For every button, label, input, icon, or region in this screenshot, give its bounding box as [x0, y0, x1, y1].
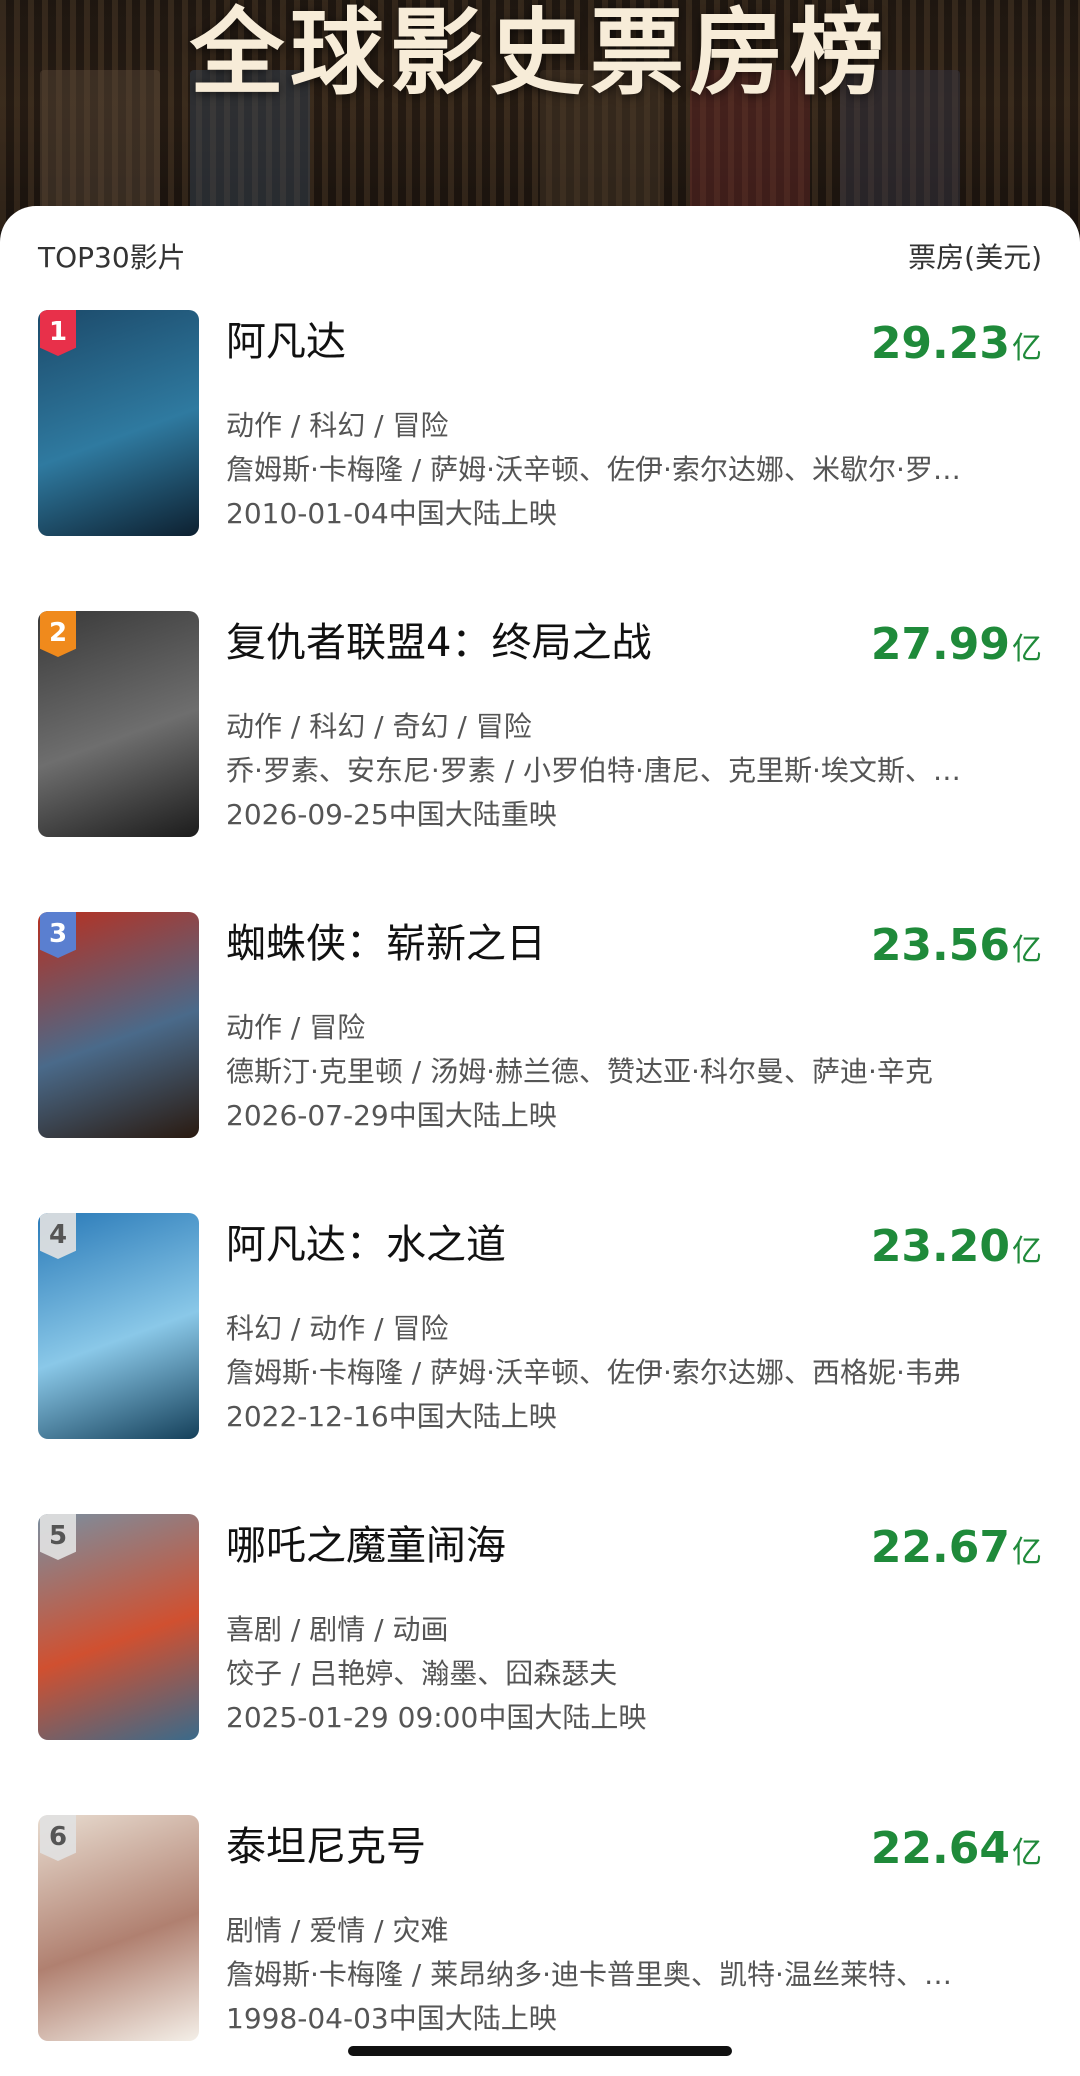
movie-cast: 饺子 / 吕艳婷、瀚墨、囧森瑟夫 — [226, 1657, 618, 1690]
box-office-number: 29.23 — [870, 318, 1010, 369]
rank-badge: 1 — [40, 310, 76, 356]
movie-cast: 詹姆斯·卡梅隆 / 萨姆·沃辛顿、佐伊·索尔达娜、西格妮·韦弗 — [226, 1356, 961, 1389]
rank-badge: 4 — [40, 1213, 76, 1259]
box-office-value: 29.23亿 — [871, 314, 1042, 383]
release-date: 2010-01-04中国大陆上映 — [226, 497, 557, 530]
list-header-gross-label: 票房(美元) — [908, 241, 1042, 274]
movie-cast: 乔·罗素、安东尼·罗素 / 小罗伯特·唐尼、克里斯·埃文斯、… — [226, 754, 961, 787]
movie-title[interactable]: 阿凡达 — [226, 310, 346, 374]
box-office-number: 22.64 — [870, 1823, 1010, 1874]
box-office-unit: 亿 — [1012, 1836, 1042, 1871]
movie-list-item[interactable]: 2 复仇者联盟4：终局之战 27.99亿 动作 / 科幻 / 奇幻 / 冒险 乔… — [0, 611, 1080, 837]
movie-title[interactable]: 阿凡达：水之道 — [226, 1213, 506, 1277]
movie-genres: 动作 / 冒险 — [226, 1011, 366, 1044]
home-indicator[interactable] — [348, 2046, 732, 2056]
movie-list-item[interactable]: 6 泰坦尼克号 22.64亿 剧情 / 爱情 / 灾难 詹姆斯·卡梅隆 / 莱昂… — [0, 1815, 1080, 2041]
movie-poster[interactable]: 3 — [38, 912, 199, 1138]
box-office-number: 27.99 — [870, 619, 1010, 670]
list-header-top30-label: TOP30影片 — [38, 241, 186, 274]
box-office-unit: 亿 — [1012, 632, 1042, 667]
movie-list-item[interactable]: 4 阿凡达：水之道 23.20亿 科幻 / 动作 / 冒险 詹姆斯·卡梅隆 / … — [0, 1213, 1080, 1439]
box-office-value: 23.56亿 — [871, 916, 1042, 985]
box-office-unit: 亿 — [1012, 1234, 1042, 1269]
release-date: 2025-01-29 09:00中国大陆上映 — [226, 1701, 647, 1734]
rank-badge: 5 — [40, 1514, 76, 1560]
movie-cast: 德斯汀·克里顿 / 汤姆·赫兰德、赞达亚·科尔曼、萨迪·辛克 — [226, 1055, 933, 1088]
movie-list-item[interactable]: 3 蜘蛛侠：崭新之日 23.56亿 动作 / 冒险 德斯汀·克里顿 / 汤姆·赫… — [0, 912, 1080, 1138]
box-office-unit: 亿 — [1012, 1535, 1042, 1570]
movie-list-item[interactable]: 5 哪吒之魔童闹海 22.67亿 喜剧 / 剧情 / 动画 饺子 / 吕艳婷、瀚… — [0, 1514, 1080, 1740]
box-office-number: 23.20 — [870, 1221, 1010, 1272]
movie-title[interactable]: 哪吒之魔童闹海 — [226, 1514, 506, 1578]
movie-title[interactable]: 复仇者联盟4：终局之战 — [226, 611, 651, 675]
movie-poster[interactable]: 4 — [38, 1213, 199, 1439]
movie-genres: 科幻 / 动作 / 冒险 — [226, 1312, 449, 1345]
release-date: 2026-09-25中国大陆重映 — [226, 798, 557, 831]
rank-badge: 6 — [40, 1815, 76, 1861]
movie-poster[interactable]: 1 — [38, 310, 199, 536]
movie-title[interactable]: 泰坦尼克号 — [226, 1815, 426, 1879]
box-office-number: 22.67 — [870, 1522, 1010, 1573]
movie-cast: 詹姆斯·卡梅隆 / 萨姆·沃辛顿、佐伊·索尔达娜、米歇尔·罗… — [226, 453, 961, 486]
release-date: 2026-07-29中国大陆上映 — [226, 1099, 557, 1132]
rank-badge: 2 — [40, 611, 76, 657]
box-office-unit: 亿 — [1012, 933, 1042, 968]
box-office-value: 27.99亿 — [871, 615, 1042, 684]
box-office-value: 23.20亿 — [871, 1217, 1042, 1286]
movie-poster[interactable]: 2 — [38, 611, 199, 837]
ranking-card: TOP30影片 票房(美元) 1 阿凡达 29.23亿 动作 / 科幻 / 冒险… — [0, 206, 1080, 2076]
movie-poster[interactable]: 5 — [38, 1514, 199, 1740]
movie-cast: 詹姆斯·卡梅隆 / 莱昂纳多·迪卡普里奥、凯特·温丝莱特、… — [226, 1958, 952, 1991]
box-office-unit: 亿 — [1012, 331, 1042, 366]
release-date: 2022-12-16中国大陆上映 — [226, 1400, 557, 1433]
movie-genres: 动作 / 科幻 / 冒险 — [226, 409, 449, 442]
header-banner: 全球影史票房榜 — [0, 0, 1080, 230]
rank-badge: 3 — [40, 912, 76, 958]
movie-poster[interactable]: 6 — [38, 1815, 199, 2041]
page-title: 全球影史票房榜 — [189, 0, 890, 108]
box-office-value: 22.64亿 — [871, 1819, 1042, 1888]
movie-genres: 剧情 / 爱情 / 灾难 — [226, 1914, 449, 1947]
box-office-value: 22.67亿 — [871, 1518, 1042, 1587]
release-date: 1998-04-03中国大陆上映 — [226, 2002, 557, 2035]
movie-title[interactable]: 蜘蛛侠：崭新之日 — [226, 912, 546, 976]
list-header: TOP30影片 票房(美元) — [38, 236, 1042, 280]
movie-genres: 动作 / 科幻 / 奇幻 / 冒险 — [226, 710, 532, 743]
box-office-number: 23.56 — [870, 920, 1010, 971]
movie-list-item[interactable]: 1 阿凡达 29.23亿 动作 / 科幻 / 冒险 詹姆斯·卡梅隆 / 萨姆·沃… — [0, 310, 1080, 536]
movie-genres: 喜剧 / 剧情 / 动画 — [226, 1613, 449, 1646]
